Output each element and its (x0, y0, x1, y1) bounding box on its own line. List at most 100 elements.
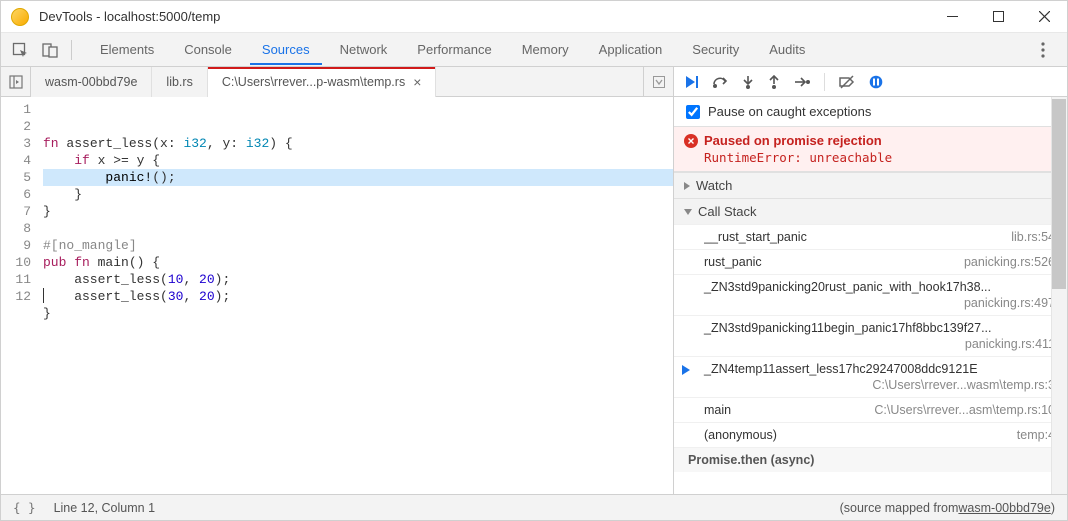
frame-function: _ZN4temp11assert_less17hc29247008ddc9121… (704, 362, 978, 376)
scrollbar[interactable] (1051, 97, 1067, 494)
window-title: DevTools - localhost:5000/temp (39, 9, 929, 24)
window-titlebar: DevTools - localhost:5000/temp (1, 1, 1067, 33)
source-map-suffix: ) (1051, 501, 1055, 515)
watch-label: Watch (696, 178, 732, 193)
call-stack-frame[interactable]: __rust_start_panic lib.rs:54 (674, 224, 1067, 249)
toolbar-separator (71, 40, 72, 60)
code-line[interactable]: if x >= y { (43, 152, 673, 169)
main-toolbar: ElementsConsoleSourcesNetworkPerformance… (1, 33, 1067, 67)
code-line[interactable]: fn assert_less(x: i32, y: i32) { (43, 135, 673, 152)
inspect-element-icon[interactable] (5, 35, 35, 65)
call-stack-list: __rust_start_paniclib.rs:54rust_panicpan… (674, 224, 1067, 447)
window-maximize-button[interactable] (975, 1, 1021, 33)
code-line[interactable]: } (43, 186, 673, 203)
file-tab[interactable]: lib.rs (152, 67, 207, 97)
frame-function: __rust_start_panic (704, 230, 1001, 244)
step-into-button[interactable] (742, 75, 754, 89)
frame-location: temp:4 (1017, 428, 1055, 442)
call-stack-frame[interactable]: _ZN4temp11assert_less17hc29247008ddc9121… (674, 356, 1067, 397)
call-stack-frame[interactable]: _ZN3std9panicking11begin_panic17hf8bbc13… (674, 315, 1067, 356)
tab-elements[interactable]: Elements (88, 35, 166, 64)
frame-location: panicking.rs:411 (704, 337, 1055, 351)
navigator-toggle-icon[interactable] (1, 67, 31, 97)
sources-subheader: wasm-00bbd79elib.rsC:\Users\rrever...p-w… (1, 67, 1067, 97)
code-line[interactable]: #[no_mangle] (43, 237, 673, 254)
code-line[interactable] (43, 220, 673, 237)
more-tabs-icon[interactable] (643, 67, 673, 97)
line-gutter: 123456789101112 (1, 97, 39, 494)
code-area[interactable]: fn assert_less(x: i32, y: i32) { if x >=… (39, 97, 673, 494)
frame-function: rust_panic (704, 255, 954, 269)
frame-location: C:\Users\rrever...wasm\temp.rs:3 (704, 378, 1055, 392)
debugger-separator (824, 73, 825, 91)
deactivate-breakpoints-button[interactable] (839, 75, 855, 89)
chevron-right-icon (684, 182, 690, 190)
more-options-icon[interactable] (1029, 36, 1057, 64)
call-stack-frame[interactable]: main C:\Users\rrever...asm\temp.rs:10 (674, 397, 1067, 422)
pretty-print-icon[interactable]: { } (13, 500, 36, 515)
content-area: 123456789101112 fn assert_less(x: i32, y… (1, 97, 1067, 494)
file-tab[interactable]: C:\Users\rrever...p-wasm\temp.rs × (208, 67, 437, 97)
code-line[interactable]: pub fn main() { (43, 254, 673, 271)
source-map-prefix: (source mapped from (840, 501, 959, 515)
code-line[interactable]: assert_less(10, 20); (43, 271, 673, 288)
tab-security[interactable]: Security (680, 35, 751, 64)
window-minimize-button[interactable] (929, 1, 975, 33)
file-tab-label: wasm-00bbd79e (45, 75, 137, 89)
source-map-link[interactable]: wasm-00bbd79e (958, 501, 1050, 515)
call-stack-frame[interactable]: (anonymous)temp:4 (674, 422, 1067, 447)
chevron-down-icon (684, 209, 692, 215)
code-line[interactable] (43, 322, 673, 339)
tab-network[interactable]: Network (328, 35, 400, 64)
file-tabs: wasm-00bbd79elib.rsC:\Users\rrever...p-w… (31, 67, 643, 97)
step-over-button[interactable] (712, 75, 728, 89)
code-line[interactable]: panic!(); (43, 169, 673, 186)
tab-console[interactable]: Console (172, 35, 244, 64)
code-line[interactable]: } (43, 203, 673, 220)
frame-function: _ZN3std9panicking20rust_panic_with_hook1… (704, 280, 991, 294)
status-bar: { } Line 12, Column 1 (source mapped fro… (1, 494, 1067, 520)
pause-on-exceptions-button[interactable] (869, 75, 883, 89)
tab-audits[interactable]: Audits (757, 35, 817, 64)
pause-on-caught-row: Pause on caught exceptions (674, 97, 1067, 127)
frame-location: C:\Users\rrever...asm\temp.rs:10 (874, 403, 1055, 417)
call-stack-frame[interactable]: _ZN3std9panicking20rust_panic_with_hook1… (674, 274, 1067, 315)
tab-application[interactable]: Application (587, 35, 675, 64)
callstack-label: Call Stack (698, 204, 757, 219)
step-button[interactable] (794, 76, 810, 88)
close-icon[interactable]: × (413, 75, 421, 89)
file-tab[interactable]: wasm-00bbd79e (31, 67, 152, 97)
call-stack-frame[interactable]: rust_panicpanicking.rs:526 (674, 249, 1067, 274)
step-out-button[interactable] (768, 75, 780, 89)
frame-function: main (704, 403, 864, 417)
cursor-position: Line 12, Column 1 (54, 501, 155, 515)
sources-left-subheader: wasm-00bbd79elib.rsC:\Users\rrever...p-w… (1, 67, 673, 96)
frame-location: lib.rs:54 (1011, 230, 1055, 244)
paused-message: Paused on promise rejection RuntimeError… (674, 127, 1067, 172)
tab-sources[interactable]: Sources (250, 35, 322, 64)
watch-section-header[interactable]: Watch (674, 172, 1067, 198)
devtools-app-icon (11, 8, 29, 26)
frame-location: panicking.rs:497 (704, 296, 1055, 310)
device-toolbar-icon[interactable] (35, 35, 65, 65)
code-line[interactable]: } (43, 305, 673, 322)
pause-on-caught-checkbox[interactable] (686, 105, 700, 119)
file-tab-label: C:\Users\rrever...p-wasm\temp.rs (222, 75, 405, 89)
debugger-sidebar: Pause on caught exceptions Paused on pro… (673, 97, 1067, 494)
resume-button[interactable] (684, 75, 698, 89)
frame-function: _ZN3std9panicking11begin_panic17hf8bbc13… (704, 321, 992, 335)
pause-on-caught-label: Pause on caught exceptions (708, 104, 871, 119)
scrollbar-thumb[interactable] (1052, 99, 1066, 289)
paused-detail: RuntimeError: unreachable (704, 150, 1055, 165)
code-line[interactable]: assert_less(30, 20); (43, 288, 673, 305)
async-boundary: Promise.then (async) (674, 447, 1067, 472)
tab-performance[interactable]: Performance (405, 35, 503, 64)
source-editor[interactable]: 123456789101112 fn assert_less(x: i32, y… (1, 97, 673, 494)
window-close-button[interactable] (1021, 1, 1067, 33)
error-icon (684, 134, 698, 148)
debugger-controls (673, 67, 1067, 96)
tab-memory[interactable]: Memory (510, 35, 581, 64)
paused-title: Paused on promise rejection (704, 133, 1055, 148)
panel-tabs: ElementsConsoleSourcesNetworkPerformance… (78, 35, 1029, 64)
callstack-section-header[interactable]: Call Stack (674, 198, 1067, 224)
